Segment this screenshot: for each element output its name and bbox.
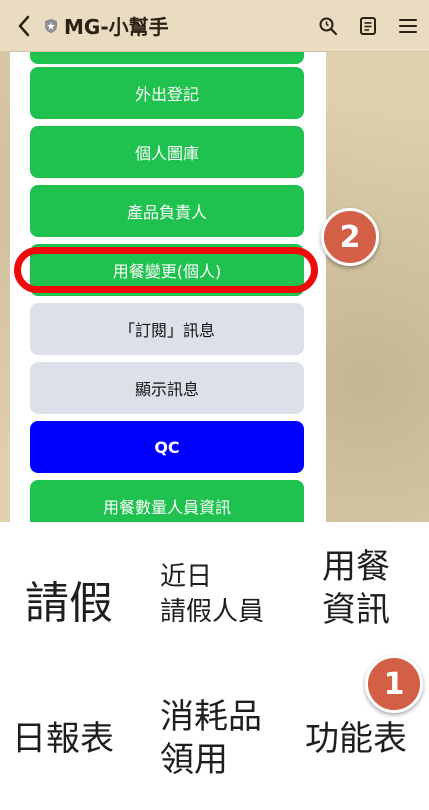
back-chevron-icon[interactable] <box>10 0 38 52</box>
menu-button-personal-gallery[interactable]: 個人圖庫 <box>30 126 304 178</box>
richmenu-recent-leave-line1: 近日 <box>160 562 213 592</box>
richmenu-recent-leave[interactable]: 近日 請假人員 <box>160 560 264 630</box>
richmenu-leave[interactable]: 請假 <box>25 567 113 631</box>
richmenu-meal-info[interactable]: 用餐 資訊 <box>322 546 390 631</box>
richmenu-daily-report[interactable]: 日報表 <box>12 718 114 761</box>
menu-button-product-owner[interactable]: 產品負責人 <box>30 185 304 237</box>
menu-button-subscribe-message[interactable]: 「訂閱」訊息 <box>30 303 304 355</box>
menu-icon[interactable] <box>397 15 419 37</box>
richmenu-meal-info-line2: 資訊 <box>322 589 390 630</box>
richmenu-consumables-line2: 領用 <box>160 739 228 780</box>
richmenu-recent-leave-line2: 請假人員 <box>160 597 265 628</box>
header-actions <box>317 0 419 52</box>
chat-area: 外出登記 個人圖庫 產品負責人 用餐變更(個人) 「訂閱」訊息 顯示訊息 QC … <box>0 52 429 522</box>
rich-menu: 請假 近日 請假人員 用餐 資訊 日報表 消耗品 領用 功能表 1 <box>0 522 429 810</box>
richmenu-consumables[interactable]: 消耗品 領用 <box>160 696 262 781</box>
richmenu-consumables-line1: 消耗品 <box>160 697 262 737</box>
highlight-ring <box>14 247 318 293</box>
menu-button-qc[interactable]: QC <box>30 421 304 473</box>
richmenu-meal-info-line1: 用餐 <box>322 547 390 587</box>
menu-button-partial[interactable] <box>30 52 304 64</box>
richmenu-function-table[interactable]: 功能表 <box>305 718 407 761</box>
step-badge-2: 2 <box>321 208 379 266</box>
menu-button-show-message[interactable]: 顯示訊息 <box>30 362 304 414</box>
menu-button-outing-register[interactable]: 外出登記 <box>30 67 304 119</box>
header-bar: MG-小幫手 <box>0 0 429 52</box>
search-icon[interactable] <box>317 15 339 37</box>
chat-title: MG-小幫手 <box>64 15 169 39</box>
menu-button-meal-count-info[interactable]: 用餐數量人員資訊 <box>30 480 304 522</box>
notes-icon[interactable] <box>357 15 379 37</box>
step-badge-1: 1 <box>365 655 423 713</box>
shield-icon <box>42 17 60 35</box>
